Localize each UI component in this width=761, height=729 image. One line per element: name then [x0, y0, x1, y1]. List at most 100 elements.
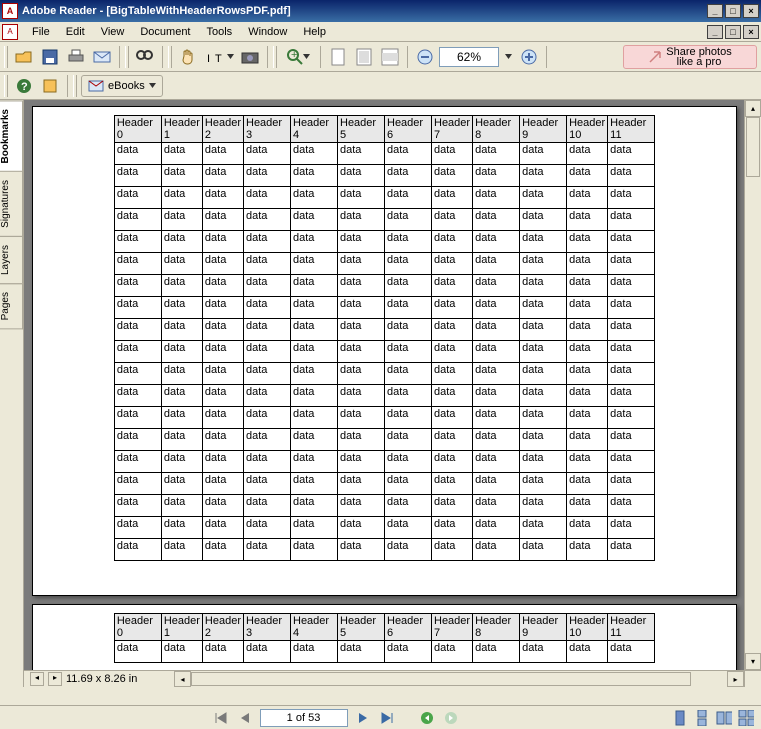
- new-page-button[interactable]: [326, 45, 350, 69]
- doc-maximize-button[interactable]: □: [725, 25, 741, 39]
- page-size-right-button[interactable]: ▸: [48, 672, 62, 686]
- document-icon[interactable]: A: [2, 24, 18, 40]
- table-cell: data: [338, 209, 385, 231]
- toolbar-handle[interactable]: [273, 46, 277, 68]
- table-cell: data: [244, 451, 291, 473]
- toolbar-handle[interactable]: [125, 46, 129, 68]
- table-cell: data: [520, 275, 567, 297]
- menu-help[interactable]: Help: [295, 24, 334, 40]
- facing-view-button[interactable]: [715, 709, 733, 727]
- table-cell: data: [202, 209, 243, 231]
- zoom-out-icon: [417, 49, 433, 65]
- table-cell: data: [244, 517, 291, 539]
- menu-window[interactable]: Window: [240, 24, 295, 40]
- table-header: Header 2: [202, 116, 243, 143]
- table-cell: data: [202, 495, 243, 517]
- table-cell: data: [385, 451, 432, 473]
- table-cell: data: [291, 517, 338, 539]
- email-button[interactable]: [90, 45, 114, 69]
- ebooks-button[interactable]: eBooks: [81, 75, 163, 97]
- page-number-input[interactable]: 1 of 53: [260, 709, 348, 727]
- select-text-button[interactable]: IT: [202, 45, 236, 69]
- zoom-in-tool-button[interactable]: +: [281, 45, 315, 69]
- table-header: Header 1: [161, 614, 202, 641]
- menu-view[interactable]: View: [93, 24, 133, 40]
- table-cell: data: [114, 539, 161, 561]
- svg-text:+: +: [291, 49, 297, 61]
- table-cell: data: [291, 407, 338, 429]
- review-button[interactable]: [38, 74, 62, 98]
- doc-window-buttons: _ □ ×: [707, 25, 759, 39]
- close-button[interactable]: ×: [743, 4, 759, 18]
- page-navigation: 1 of 53: [0, 709, 671, 727]
- scroll-up-button[interactable]: ▴: [745, 100, 761, 117]
- last-page-button[interactable]: [378, 709, 396, 727]
- menu-edit[interactable]: Edit: [58, 24, 93, 40]
- zoom-input[interactable]: 62%: [439, 47, 499, 67]
- back-view-button[interactable]: [418, 709, 436, 727]
- table-cell: data: [114, 297, 161, 319]
- snapshot-button[interactable]: [238, 45, 262, 69]
- menu-document[interactable]: Document: [132, 24, 198, 40]
- vertical-scrollbar[interactable]: ▴ ▾: [744, 100, 761, 670]
- horizontal-scrollbar[interactable]: ◂ ▸: [174, 670, 744, 687]
- first-page-button[interactable]: [212, 709, 230, 727]
- svg-text:I: I: [207, 53, 210, 65]
- sidebar: BookmarksSignaturesLayersPages: [0, 100, 24, 687]
- toolbar-handle[interactable]: [4, 46, 8, 68]
- document-area[interactable]: Header 0Header 1Header 2Header 3Header 4…: [24, 100, 761, 687]
- doc-close-button[interactable]: ×: [743, 25, 759, 39]
- page-size-left-button[interactable]: ◂: [30, 672, 44, 686]
- toolbar-handle[interactable]: [4, 75, 8, 97]
- table-cell: data: [114, 473, 161, 495]
- menu-file[interactable]: File: [24, 24, 58, 40]
- help-button[interactable]: ?: [12, 74, 36, 98]
- fit-width-button[interactable]: [378, 45, 402, 69]
- open-button[interactable]: [12, 45, 36, 69]
- maximize-button[interactable]: □: [725, 4, 741, 18]
- table-header: Header 9: [520, 116, 567, 143]
- single-page-view-button[interactable]: [671, 709, 689, 727]
- zoom-in-button[interactable]: [517, 45, 541, 69]
- table-cell: data: [161, 165, 202, 187]
- continuous-facing-view-button[interactable]: [737, 709, 755, 727]
- table-cell: data: [338, 319, 385, 341]
- next-page-button[interactable]: [354, 709, 372, 727]
- table-cell: data: [385, 319, 432, 341]
- table-cell: data: [202, 451, 243, 473]
- zoom-dropdown-button[interactable]: [501, 45, 515, 69]
- table-cell: data: [385, 231, 432, 253]
- zoom-out-button[interactable]: [413, 45, 437, 69]
- print-button[interactable]: [64, 45, 88, 69]
- sidebar-tab-layers[interactable]: Layers: [0, 236, 23, 284]
- continuous-view-button[interactable]: [693, 709, 711, 727]
- table-cell: data: [385, 385, 432, 407]
- scroll-left-button[interactable]: ◂: [174, 671, 191, 687]
- table-cell: data: [473, 517, 520, 539]
- scroll-thumb[interactable]: [746, 117, 760, 177]
- sidebar-tab-pages[interactable]: Pages: [0, 283, 23, 329]
- sidebar-tab-signatures[interactable]: Signatures: [0, 171, 23, 237]
- save-icon: [42, 49, 58, 65]
- save-button[interactable]: [38, 45, 62, 69]
- hand-tool-button[interactable]: [176, 45, 200, 69]
- pdf-page-current[interactable]: Header 0Header 1Header 2Header 3Header 4…: [32, 106, 737, 596]
- doc-minimize-button[interactable]: _: [707, 25, 723, 39]
- prev-page-button[interactable]: [236, 709, 254, 727]
- table-cell: data: [432, 407, 473, 429]
- scroll-right-button[interactable]: ▸: [727, 671, 744, 687]
- menu-tools[interactable]: Tools: [199, 24, 241, 40]
- fit-page-button[interactable]: [352, 45, 376, 69]
- search-button[interactable]: [133, 45, 157, 69]
- promo-banner[interactable]: Share photoslike a pro: [623, 45, 757, 69]
- table-cell: data: [202, 231, 243, 253]
- main-toolbar: IT + 62% Share photoslike a pro: [0, 42, 761, 72]
- scroll-thumb[interactable]: [191, 672, 691, 686]
- toolbar-handle[interactable]: [73, 75, 77, 97]
- sidebar-tab-bookmarks[interactable]: Bookmarks: [0, 100, 23, 172]
- toolbar-handle[interactable]: [168, 46, 172, 68]
- forward-view-button[interactable]: [442, 709, 460, 727]
- scroll-down-button[interactable]: ▾: [745, 653, 761, 670]
- select-text-icon: IT: [205, 48, 227, 66]
- minimize-button[interactable]: _: [707, 4, 723, 18]
